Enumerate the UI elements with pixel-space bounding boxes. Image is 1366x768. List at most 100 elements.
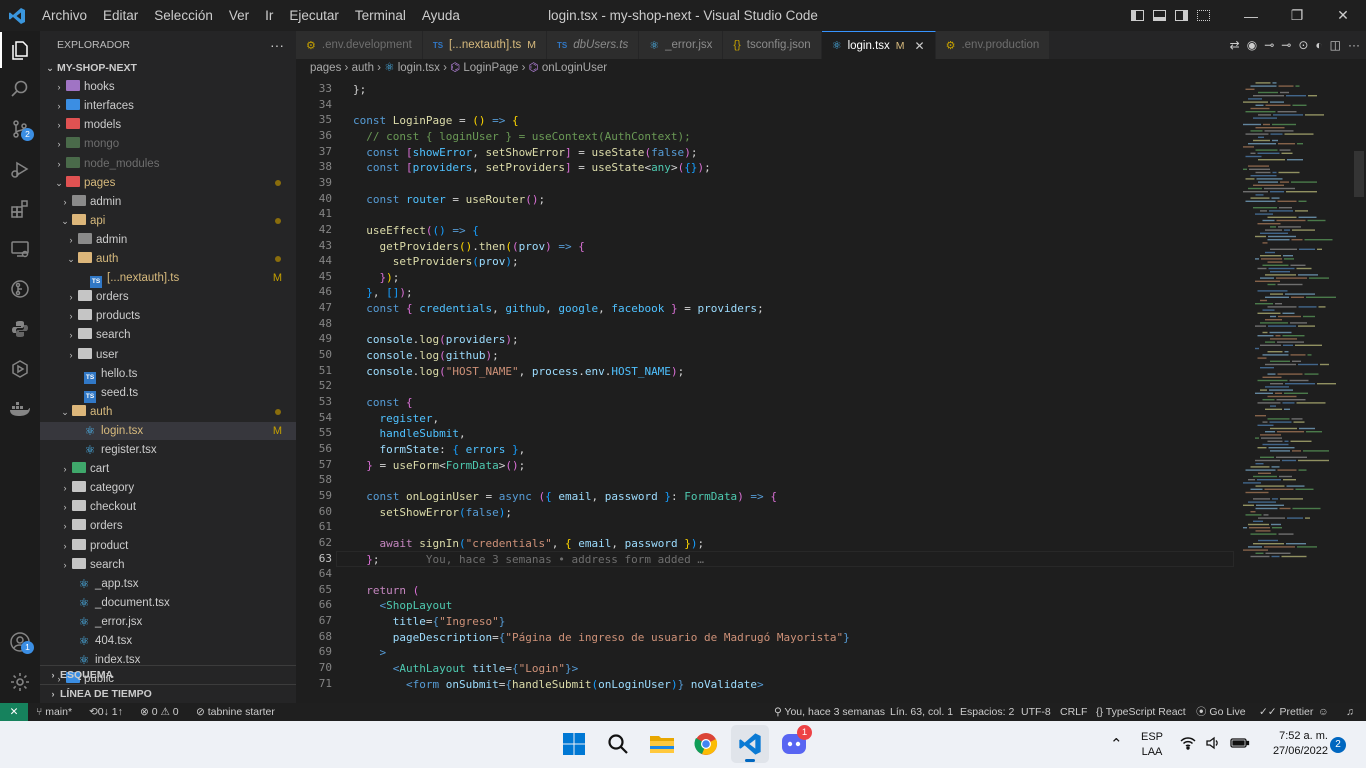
editor-tab[interactable]: TS dbUsers.ts <box>547 31 640 59</box>
minimize-button[interactable]: — <box>1228 0 1274 31</box>
menu-item[interactable]: Ejecutar <box>281 0 347 31</box>
code-line[interactable]: }, []); <box>353 285 412 301</box>
file-item[interactable]: ⚛ 404.tsx <box>40 632 296 650</box>
code-line[interactable]: console.log(providers); <box>353 332 518 348</box>
explorer-more-actions-icon[interactable]: ··· <box>270 31 284 59</box>
editor-tab[interactable]: ⚙ .env.development <box>296 31 423 59</box>
code-line[interactable]: await signIn("credentials", { email, pas… <box>353 536 705 552</box>
code-line[interactable]: setProviders(prov); <box>353 254 519 270</box>
editor-tab[interactable]: ⚛ _error.jsx <box>639 31 724 59</box>
taskbar-search-icon[interactable] <box>599 725 637 763</box>
encoding[interactable]: UTF-8 <box>1021 703 1051 721</box>
gitlens-previous-icon[interactable]: ◉ <box>1247 38 1257 52</box>
notifications-bell-icon[interactable]: ♫ <box>1346 703 1354 721</box>
file-item[interactable]: TS [...nextauth].ts M <box>40 269 296 289</box>
editor-tab[interactable]: TS [...nextauth].ts M <box>422 31 548 59</box>
gitlens-line-icon[interactable]: ⊸ <box>1264 38 1274 52</box>
system-tray[interactable] <box>1180 736 1250 753</box>
source-control-icon[interactable]: 2 <box>0 111 40 147</box>
folder-item[interactable]: › admin <box>40 231 296 249</box>
code-line[interactable]: useEffect(() => { <box>353 223 479 239</box>
menu-item[interactable]: Archivo <box>34 0 95 31</box>
file-item[interactable]: ⚛ register.tsx <box>40 441 296 459</box>
breadcrumb-item[interactable]: LoginPage <box>463 62 518 74</box>
code-line[interactable]: } = useForm<FormData>(); <box>353 458 525 474</box>
menu-item[interactable]: Selección <box>146 0 221 31</box>
code-line[interactable]: pageDescription={"Página de ingreso de u… <box>353 630 850 646</box>
gitlens-next-icon[interactable]: ⊸ <box>1281 38 1291 52</box>
explorer-icon[interactable] <box>0 32 40 68</box>
toggle-panel-icon[interactable] <box>1148 0 1170 31</box>
menu-item[interactable]: Editar <box>95 0 146 31</box>
code-line[interactable]: formState: { errors }, <box>353 442 526 458</box>
more-actions-icon[interactable]: ··· <box>1348 38 1360 52</box>
tabnine-indicator[interactable]: ⊘ tabnine starter <box>196 703 275 721</box>
input-language[interactable]: ESP LAA <box>1139 730 1165 760</box>
feedback-icon[interactable]: ☺ <box>1318 703 1329 721</box>
code-line[interactable]: setShowError(false); <box>353 505 512 521</box>
manage-gear-icon[interactable] <box>0 664 40 700</box>
folder-item[interactable]: › mongo <box>40 135 296 153</box>
windows-start-icon[interactable] <box>555 725 593 763</box>
scrollbar-thumb[interactable] <box>1354 151 1364 197</box>
folder-item[interactable]: › orders <box>40 288 296 306</box>
folder-item[interactable]: ⌄ auth <box>40 403 296 421</box>
wifi-icon[interactable] <box>1180 736 1196 753</box>
code-line[interactable]: const [providers, setProviders] = useSta… <box>353 160 710 176</box>
editor-tab[interactable]: {} tsconfig.json <box>723 31 822 59</box>
folder-item[interactable]: › category <box>40 479 296 497</box>
code-line[interactable]: console.log("HOST_NAME", process.env.HOS… <box>353 364 684 380</box>
code-line[interactable]: getProviders().then((prov) => { <box>353 239 585 255</box>
blame-indicator[interactable]: ⚲ You, hace 3 semanas <box>774 703 885 721</box>
close-window-button[interactable]: ✕ <box>1320 0 1366 31</box>
search-icon[interactable] <box>0 71 40 107</box>
breadcrumb-item[interactable]: pages <box>310 62 341 74</box>
customize-layout-icon[interactable] <box>1192 0 1214 31</box>
code-line[interactable]: const { <box>353 395 412 411</box>
code-line[interactable]: register, <box>353 411 440 427</box>
gitlens-icon[interactable] <box>0 271 40 307</box>
folder-item[interactable]: › cart <box>40 460 296 478</box>
editor-tab[interactable]: ⚙ .env.production <box>935 31 1051 59</box>
folder-item[interactable]: ⌄ pages <box>40 174 296 192</box>
code-line[interactable]: const onLoginUser = async ({ email, pass… <box>353 489 777 505</box>
code-line[interactable]: <ShopLayout <box>353 598 453 614</box>
go-live-icon[interactable]: ⊙ <box>1298 38 1308 52</box>
code-line[interactable]: <form onSubmit={handleSubmit(onLoginUser… <box>353 677 764 693</box>
file-item[interactable]: ⚛ login.tsx M <box>40 421 296 440</box>
python-icon[interactable] <box>0 311 40 347</box>
minimap[interactable] <box>1240 77 1358 703</box>
remote-indicator-icon[interactable]: ✕ <box>0 703 28 721</box>
folder-item[interactable]: › interfaces <box>40 97 296 115</box>
show-hidden-icons-chevron-icon[interactable]: ⌃ <box>1110 735 1123 753</box>
cursor-position[interactable]: Lín. 63, col. 1 <box>890 703 953 721</box>
open-changes-icon[interactable]: ◐ <box>1315 38 1322 52</box>
folder-item[interactable]: › models <box>40 116 296 134</box>
line-ending[interactable]: CRLF <box>1060 703 1087 721</box>
run-debug-icon[interactable] <box>0 151 40 187</box>
vscode-taskbar-icon[interactable] <box>731 725 769 763</box>
folder-item[interactable]: › user <box>40 346 296 364</box>
clock[interactable]: 7:52 a. m. 27/06/2022 <box>1252 729 1328 759</box>
vertical-scrollbar[interactable] <box>1352 77 1366 703</box>
notification-count-badge[interactable]: 2 <box>1330 737 1346 753</box>
folder-item[interactable]: › search <box>40 556 296 574</box>
folder-item[interactable]: › checkout <box>40 498 296 516</box>
code-line[interactable]: handleSubmit, <box>353 426 466 442</box>
code-line[interactable]: <AuthLayout title={"Login"}> <box>353 661 578 677</box>
menu-item[interactable]: Ayuda <box>414 0 468 31</box>
file-item[interactable]: TS hello.ts <box>40 365 296 384</box>
close-tab-icon[interactable]: ✕ <box>915 39 925 53</box>
folder-item[interactable]: › search <box>40 326 296 344</box>
menu-item[interactable]: Ir <box>257 0 281 31</box>
code-line[interactable]: return ( <box>353 583 419 599</box>
indentation[interactable]: Espacios: 2 <box>960 703 1014 721</box>
file-item[interactable]: ⚛ _error.jsx <box>40 613 296 631</box>
code-line[interactable]: }; You, hace 3 semanas • address form ad… <box>353 552 704 568</box>
folder-item[interactable]: › products <box>40 307 296 325</box>
editor-tab[interactable]: ⚛ login.tsx M ✕ <box>821 31 936 59</box>
toggle-primary-sidebar-icon[interactable] <box>1126 0 1148 31</box>
file-item[interactable]: ⚛ _app.tsx <box>40 575 296 593</box>
go-live-button[interactable]: ⦿ Go Live <box>1196 703 1246 721</box>
code-line[interactable]: }); <box>353 270 400 286</box>
